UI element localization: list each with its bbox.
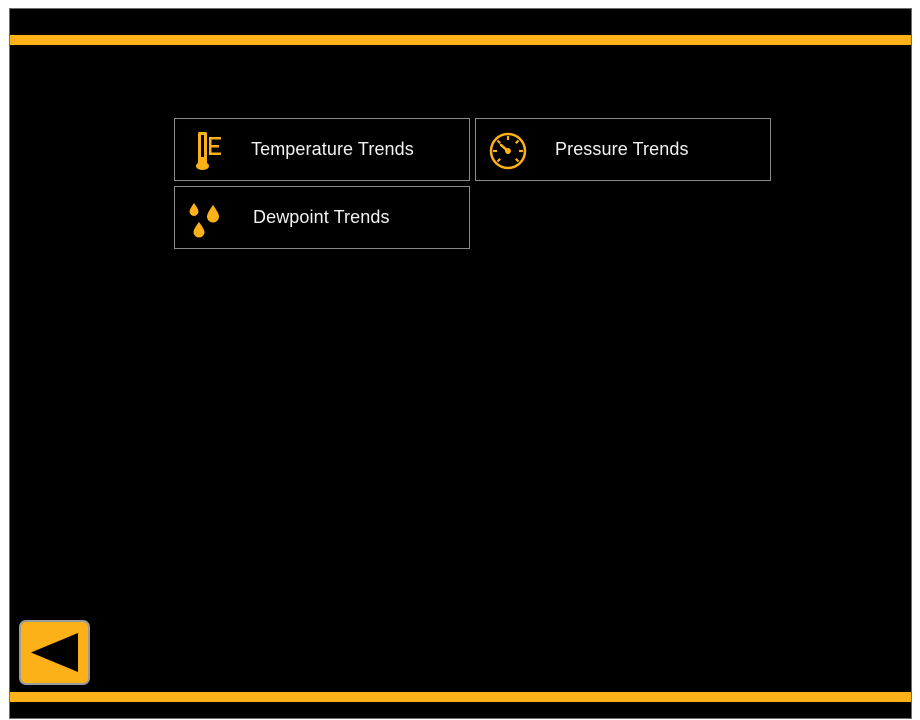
pressure-trends-label: Pressure Trends [555, 139, 689, 159]
screen: Temperature Trends Pressure Trends Dewpo… [9, 8, 912, 719]
dewpoint-trends-label: Dewpoint Trends [253, 207, 390, 227]
top-accent-bar [10, 35, 911, 45]
droplets-icon [189, 203, 219, 238]
gauge-icon [489, 132, 527, 170]
back-arrow-icon [31, 633, 78, 672]
temperature-trends-label: Temperature Trends [251, 139, 414, 159]
thermometer-icon [196, 132, 221, 170]
temperature-trends-button[interactable]: Temperature Trends [174, 118, 470, 181]
bottom-accent-bar [10, 692, 911, 702]
pressure-trends-button[interactable]: Pressure Trends [475, 118, 771, 181]
dewpoint-trends-button[interactable]: Dewpoint Trends [174, 186, 470, 249]
back-button[interactable] [19, 620, 90, 685]
